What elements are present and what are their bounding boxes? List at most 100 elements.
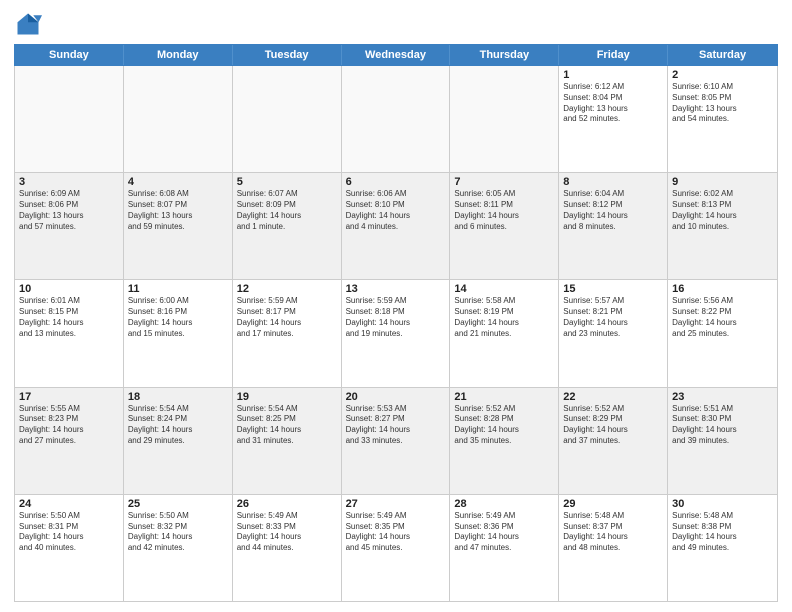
calendar-cell: 17Sunrise: 5:55 AM Sunset: 8:23 PM Dayli… bbox=[15, 388, 124, 494]
day-number: 16 bbox=[672, 283, 773, 295]
calendar-cell: 11Sunrise: 6:00 AM Sunset: 8:16 PM Dayli… bbox=[124, 280, 233, 386]
calendar-cell: 12Sunrise: 5:59 AM Sunset: 8:17 PM Dayli… bbox=[233, 280, 342, 386]
calendar-cell: 21Sunrise: 5:52 AM Sunset: 8:28 PM Dayli… bbox=[450, 388, 559, 494]
logo bbox=[14, 10, 46, 38]
calendar-cell bbox=[124, 66, 233, 172]
calendar-cell bbox=[233, 66, 342, 172]
calendar-cell: 23Sunrise: 5:51 AM Sunset: 8:30 PM Dayli… bbox=[668, 388, 777, 494]
header bbox=[14, 10, 778, 38]
calendar-cell: 5Sunrise: 6:07 AM Sunset: 8:09 PM Daylig… bbox=[233, 173, 342, 279]
cell-info: Sunrise: 5:48 AM Sunset: 8:37 PM Dayligh… bbox=[563, 511, 663, 554]
day-number: 25 bbox=[128, 498, 228, 510]
calendar-header-cell: Friday bbox=[559, 45, 668, 65]
cell-info: Sunrise: 6:07 AM Sunset: 8:09 PM Dayligh… bbox=[237, 189, 337, 232]
day-number: 6 bbox=[346, 176, 446, 188]
calendar-cell: 4Sunrise: 6:08 AM Sunset: 8:07 PM Daylig… bbox=[124, 173, 233, 279]
cell-info: Sunrise: 6:12 AM Sunset: 8:04 PM Dayligh… bbox=[563, 82, 663, 125]
day-number: 21 bbox=[454, 391, 554, 403]
calendar-cell: 22Sunrise: 5:52 AM Sunset: 8:29 PM Dayli… bbox=[559, 388, 668, 494]
cell-info: Sunrise: 5:54 AM Sunset: 8:24 PM Dayligh… bbox=[128, 404, 228, 447]
day-number: 23 bbox=[672, 391, 773, 403]
calendar-cell: 13Sunrise: 5:59 AM Sunset: 8:18 PM Dayli… bbox=[342, 280, 451, 386]
cell-info: Sunrise: 5:50 AM Sunset: 8:31 PM Dayligh… bbox=[19, 511, 119, 554]
calendar-cell: 27Sunrise: 5:49 AM Sunset: 8:35 PM Dayli… bbox=[342, 495, 451, 601]
cell-info: Sunrise: 6:04 AM Sunset: 8:12 PM Dayligh… bbox=[563, 189, 663, 232]
day-number: 9 bbox=[672, 176, 773, 188]
cell-info: Sunrise: 5:59 AM Sunset: 8:17 PM Dayligh… bbox=[237, 296, 337, 339]
calendar-header-cell: Sunday bbox=[15, 45, 124, 65]
calendar-cell: 2Sunrise: 6:10 AM Sunset: 8:05 PM Daylig… bbox=[668, 66, 777, 172]
day-number: 10 bbox=[19, 283, 119, 295]
day-number: 3 bbox=[19, 176, 119, 188]
cell-info: Sunrise: 5:59 AM Sunset: 8:18 PM Dayligh… bbox=[346, 296, 446, 339]
calendar-cell: 3Sunrise: 6:09 AM Sunset: 8:06 PM Daylig… bbox=[15, 173, 124, 279]
day-number: 29 bbox=[563, 498, 663, 510]
cell-info: Sunrise: 5:49 AM Sunset: 8:33 PM Dayligh… bbox=[237, 511, 337, 554]
logo-icon bbox=[14, 10, 42, 38]
cell-info: Sunrise: 5:52 AM Sunset: 8:29 PM Dayligh… bbox=[563, 404, 663, 447]
calendar-cell: 15Sunrise: 5:57 AM Sunset: 8:21 PM Dayli… bbox=[559, 280, 668, 386]
calendar-cell: 28Sunrise: 5:49 AM Sunset: 8:36 PM Dayli… bbox=[450, 495, 559, 601]
cell-info: Sunrise: 5:51 AM Sunset: 8:30 PM Dayligh… bbox=[672, 404, 773, 447]
cell-info: Sunrise: 5:52 AM Sunset: 8:28 PM Dayligh… bbox=[454, 404, 554, 447]
day-number: 17 bbox=[19, 391, 119, 403]
day-number: 7 bbox=[454, 176, 554, 188]
cell-info: Sunrise: 6:01 AM Sunset: 8:15 PM Dayligh… bbox=[19, 296, 119, 339]
calendar-week: 10Sunrise: 6:01 AM Sunset: 8:15 PM Dayli… bbox=[15, 280, 777, 387]
day-number: 8 bbox=[563, 176, 663, 188]
cell-info: Sunrise: 5:55 AM Sunset: 8:23 PM Dayligh… bbox=[19, 404, 119, 447]
day-number: 2 bbox=[672, 69, 773, 81]
calendar-cell: 8Sunrise: 6:04 AM Sunset: 8:12 PM Daylig… bbox=[559, 173, 668, 279]
calendar-week: 17Sunrise: 5:55 AM Sunset: 8:23 PM Dayli… bbox=[15, 388, 777, 495]
calendar: SundayMondayTuesdayWednesdayThursdayFrid… bbox=[14, 44, 778, 602]
page: SundayMondayTuesdayWednesdayThursdayFrid… bbox=[0, 0, 792, 612]
day-number: 1 bbox=[563, 69, 663, 81]
day-number: 12 bbox=[237, 283, 337, 295]
calendar-cell: 25Sunrise: 5:50 AM Sunset: 8:32 PM Dayli… bbox=[124, 495, 233, 601]
calendar-header-cell: Saturday bbox=[668, 45, 777, 65]
cell-info: Sunrise: 6:08 AM Sunset: 8:07 PM Dayligh… bbox=[128, 189, 228, 232]
calendar-cell: 14Sunrise: 5:58 AM Sunset: 8:19 PM Dayli… bbox=[450, 280, 559, 386]
day-number: 18 bbox=[128, 391, 228, 403]
day-number: 15 bbox=[563, 283, 663, 295]
cell-info: Sunrise: 5:58 AM Sunset: 8:19 PM Dayligh… bbox=[454, 296, 554, 339]
cell-info: Sunrise: 6:09 AM Sunset: 8:06 PM Dayligh… bbox=[19, 189, 119, 232]
cell-info: Sunrise: 5:48 AM Sunset: 8:38 PM Dayligh… bbox=[672, 511, 773, 554]
cell-info: Sunrise: 5:50 AM Sunset: 8:32 PM Dayligh… bbox=[128, 511, 228, 554]
day-number: 24 bbox=[19, 498, 119, 510]
calendar-cell: 19Sunrise: 5:54 AM Sunset: 8:25 PM Dayli… bbox=[233, 388, 342, 494]
cell-info: Sunrise: 6:02 AM Sunset: 8:13 PM Dayligh… bbox=[672, 189, 773, 232]
day-number: 22 bbox=[563, 391, 663, 403]
day-number: 20 bbox=[346, 391, 446, 403]
calendar-cell: 9Sunrise: 6:02 AM Sunset: 8:13 PM Daylig… bbox=[668, 173, 777, 279]
calendar-cell bbox=[450, 66, 559, 172]
day-number: 11 bbox=[128, 283, 228, 295]
cell-info: Sunrise: 5:54 AM Sunset: 8:25 PM Dayligh… bbox=[237, 404, 337, 447]
calendar-cell: 18Sunrise: 5:54 AM Sunset: 8:24 PM Dayli… bbox=[124, 388, 233, 494]
calendar-cell: 29Sunrise: 5:48 AM Sunset: 8:37 PM Dayli… bbox=[559, 495, 668, 601]
calendar-header-row: SundayMondayTuesdayWednesdayThursdayFrid… bbox=[14, 44, 778, 66]
calendar-week: 3Sunrise: 6:09 AM Sunset: 8:06 PM Daylig… bbox=[15, 173, 777, 280]
cell-info: Sunrise: 5:49 AM Sunset: 8:35 PM Dayligh… bbox=[346, 511, 446, 554]
calendar-cell: 30Sunrise: 5:48 AM Sunset: 8:38 PM Dayli… bbox=[668, 495, 777, 601]
cell-info: Sunrise: 6:00 AM Sunset: 8:16 PM Dayligh… bbox=[128, 296, 228, 339]
calendar-header-cell: Wednesday bbox=[342, 45, 451, 65]
cell-info: Sunrise: 5:53 AM Sunset: 8:27 PM Dayligh… bbox=[346, 404, 446, 447]
calendar-cell: 20Sunrise: 5:53 AM Sunset: 8:27 PM Dayli… bbox=[342, 388, 451, 494]
day-number: 30 bbox=[672, 498, 773, 510]
calendar-week: 24Sunrise: 5:50 AM Sunset: 8:31 PM Dayli… bbox=[15, 495, 777, 601]
calendar-week: 1Sunrise: 6:12 AM Sunset: 8:04 PM Daylig… bbox=[15, 66, 777, 173]
day-number: 26 bbox=[237, 498, 337, 510]
day-number: 27 bbox=[346, 498, 446, 510]
calendar-cell: 6Sunrise: 6:06 AM Sunset: 8:10 PM Daylig… bbox=[342, 173, 451, 279]
day-number: 5 bbox=[237, 176, 337, 188]
calendar-header-cell: Tuesday bbox=[233, 45, 342, 65]
cell-info: Sunrise: 6:05 AM Sunset: 8:11 PM Dayligh… bbox=[454, 189, 554, 232]
calendar-header-cell: Thursday bbox=[450, 45, 559, 65]
calendar-cell bbox=[15, 66, 124, 172]
day-number: 13 bbox=[346, 283, 446, 295]
calendar-cell: 26Sunrise: 5:49 AM Sunset: 8:33 PM Dayli… bbox=[233, 495, 342, 601]
cell-info: Sunrise: 5:56 AM Sunset: 8:22 PM Dayligh… bbox=[672, 296, 773, 339]
day-number: 4 bbox=[128, 176, 228, 188]
cell-info: Sunrise: 5:57 AM Sunset: 8:21 PM Dayligh… bbox=[563, 296, 663, 339]
